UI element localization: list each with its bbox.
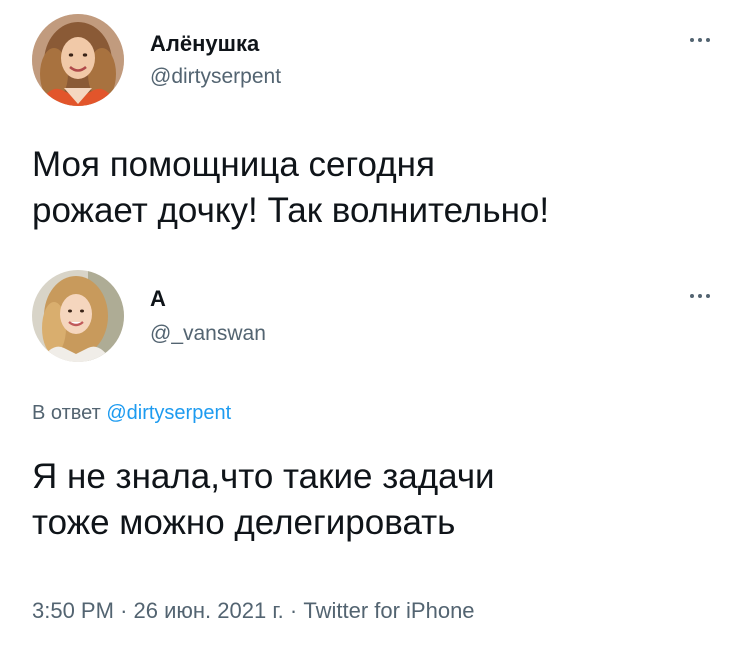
tweet-time[interactable]: 3:50 PM [32,598,114,623]
dot-icon [698,38,702,42]
dot-icon [690,294,694,298]
tweet-text: Моя помощница сегодня рожает дочку! Так … [32,145,550,230]
display-name[interactable]: А [150,286,166,312]
meta-separator: · [289,598,298,623]
reply-tweet: А @_vanswan В ответ @dirtyserpent Я не з… [0,250,750,650]
replying-to-label: В ответ [32,402,101,424]
tweet-source[interactable]: Twitter for iPhone [303,598,474,623]
dot-icon [698,294,702,298]
user-avatar-photo-icon [32,270,124,362]
dot-icon [706,38,710,42]
dot-icon [706,294,710,298]
more-options-button[interactable] [686,34,714,46]
meta-separator: · [120,598,128,623]
username-handle[interactable]: @_vanswan [150,322,266,346]
original-tweet: Алёнушка @dirtyserpent Моя помощница сег… [0,0,750,250]
replying-to-mention[interactable]: @dirtyserpent [106,402,231,424]
avatar-vanswan[interactable] [32,270,124,362]
username-handle[interactable]: @dirtyserpent [150,65,281,89]
tweet-meta: 3:50 PM · 26 июн. 2021 г. · Twitter for … [32,598,475,624]
replying-to: В ответ @dirtyserpent [32,402,231,425]
dot-icon [690,38,694,42]
tweet-text: Я не знала,что такие задачи тоже можно д… [32,457,495,542]
tweet-date[interactable]: 26 июн. 2021 г. [134,598,284,623]
user-avatar-photo-icon [32,14,124,106]
avatar-alenushka[interactable] [32,14,124,106]
display-name[interactable]: Алёнушка [150,31,259,57]
more-options-button[interactable] [686,290,714,302]
